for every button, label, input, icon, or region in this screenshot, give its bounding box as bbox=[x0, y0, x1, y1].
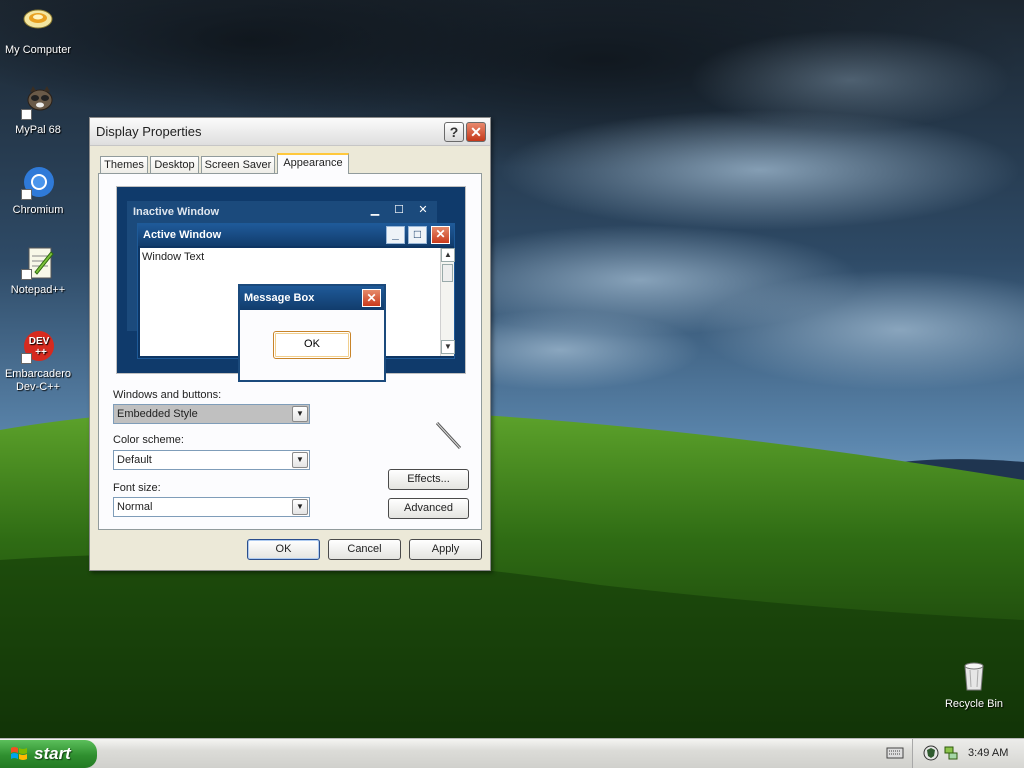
start-button[interactable]: start bbox=[0, 740, 97, 768]
maximize-icon: □ bbox=[408, 226, 427, 244]
font-size-value: Normal bbox=[117, 501, 153, 513]
preview-active-title: Active Window bbox=[143, 229, 222, 241]
minimize-icon: _ bbox=[386, 226, 405, 244]
effects-button[interactable]: Effects... bbox=[388, 469, 469, 490]
close-icon: ✕ bbox=[362, 289, 381, 307]
close-icon: ✕ bbox=[431, 226, 450, 244]
system-tray: 3:49 AM bbox=[912, 739, 1024, 768]
minimize-icon: ▁ bbox=[370, 204, 380, 216]
chevron-down-icon[interactable]: ▼ bbox=[292, 452, 308, 468]
windows-flag-icon bbox=[11, 747, 27, 760]
desktop-icon-mypal[interactable]: MyPal 68 bbox=[0, 86, 78, 137]
preview-window-text: Window Text bbox=[142, 251, 205, 263]
network-icon[interactable] bbox=[943, 745, 959, 761]
scroll-down-icon: ▼ bbox=[441, 340, 455, 354]
cancel-button[interactable]: Cancel bbox=[328, 539, 401, 560]
chevron-down-icon[interactable]: ▼ bbox=[292, 499, 308, 515]
clock[interactable]: 3:49 AM bbox=[968, 747, 1008, 759]
shortcut-arrow-icon bbox=[21, 189, 32, 200]
scroll-up-icon: ▲ bbox=[441, 248, 455, 262]
dialog-titlebar[interactable]: Display Properties ? ✕ bbox=[90, 118, 490, 146]
shortcut-arrow-icon bbox=[21, 269, 32, 280]
color-scheme-label: Color scheme: bbox=[113, 434, 184, 446]
shortcut-arrow-icon bbox=[21, 353, 32, 364]
desktop-icon-notepad-plus-plus[interactable]: Notepad++ bbox=[0, 246, 78, 297]
desktop-icon-chromium[interactable]: Chromium bbox=[0, 166, 78, 217]
recycle-bin-icon bbox=[957, 660, 991, 694]
preview-message-title: Message Box bbox=[244, 292, 315, 304]
svg-text:++: ++ bbox=[35, 347, 47, 358]
desktop-icon-label: Embarcadero Dev-C++ bbox=[4, 368, 72, 393]
desktop-icon-my-computer[interactable]: My Computer bbox=[0, 6, 78, 57]
appearance-preview: Inactive Window ▁ ☐ ✕ Active Window _ □ … bbox=[116, 186, 466, 382]
preview-active-titlebar: Active Window _ □ ✕ bbox=[138, 224, 454, 246]
tab-themes[interactable]: Themes bbox=[100, 156, 148, 174]
appearance-tab-panel: Inactive Window ▁ ☐ ✕ Active Window _ □ … bbox=[98, 173, 482, 530]
dialog-title: Display Properties bbox=[96, 124, 202, 139]
help-button[interactable]: ? bbox=[444, 122, 464, 142]
desktop-icon-label: Chromium bbox=[12, 204, 64, 216]
keyboard-icon[interactable] bbox=[886, 745, 904, 761]
preview-active-window: Active Window _ □ ✕ Window Text ▲ ▼ Mess… bbox=[137, 223, 455, 382]
close-button[interactable]: ✕ bbox=[466, 122, 486, 142]
mypal-browser-icon bbox=[21, 86, 55, 120]
windows-buttons-label: Windows and buttons: bbox=[113, 389, 222, 401]
notepad-plus-plus-icon bbox=[21, 246, 55, 280]
preview-scrollbar: ▲ ▼ bbox=[440, 248, 455, 356]
preview-inactive-title: Inactive Window bbox=[133, 206, 220, 218]
tab-screen-saver[interactable]: Screen Saver bbox=[201, 156, 275, 174]
windows-buttons-value: Embedded Style bbox=[117, 408, 198, 420]
display-properties-dialog: Display Properties ? ✕ Themes Desktop Sc… bbox=[89, 117, 491, 571]
eyedropper-icon bbox=[435, 421, 462, 450]
advanced-button[interactable]: Advanced bbox=[388, 498, 469, 519]
scroll-thumb bbox=[442, 264, 453, 282]
desktop-icon-label: Recycle Bin bbox=[944, 698, 1004, 710]
color-scheme-select[interactable]: Default ▼ bbox=[113, 450, 310, 470]
preview-message-titlebar: Message Box ✕ bbox=[240, 286, 384, 310]
desktop-icon-recycle-bin[interactable]: Recycle Bin bbox=[934, 660, 1014, 711]
taskbar: start 3:49 AM bbox=[0, 738, 1024, 768]
security-shield-icon[interactable] bbox=[923, 745, 939, 761]
font-size-label: Font size: bbox=[113, 482, 161, 494]
preview-ok-button: OK bbox=[273, 331, 351, 359]
start-label: start bbox=[34, 744, 71, 763]
dev-cpp-icon: DEV ++ bbox=[21, 330, 55, 364]
maximize-icon: ☐ bbox=[394, 204, 404, 216]
my-computer-icon bbox=[21, 6, 55, 40]
preview-message-box: Message Box ✕ OK bbox=[238, 284, 386, 382]
desktop-icon-label: MyPal 68 bbox=[15, 124, 61, 136]
desktop-icon-label: My Computer bbox=[4, 44, 72, 56]
close-icon: ✕ bbox=[418, 204, 428, 216]
chromium-icon bbox=[21, 166, 55, 200]
tab-desktop[interactable]: Desktop bbox=[150, 156, 199, 174]
tab-appearance[interactable]: Appearance bbox=[277, 153, 349, 174]
svg-text:DEV: DEV bbox=[29, 336, 50, 347]
apply-button[interactable]: Apply bbox=[409, 539, 482, 560]
preview-inactive-titlebar: Inactive Window ▁ ☐ ✕ bbox=[127, 201, 437, 221]
ok-button[interactable]: OK bbox=[247, 539, 320, 560]
chevron-down-icon[interactable]: ▼ bbox=[292, 406, 308, 422]
color-scheme-value: Default bbox=[117, 454, 152, 466]
desktop-icon-dev-cpp[interactable]: DEV ++ Embarcadero Dev-C++ bbox=[0, 330, 78, 394]
shortcut-arrow-icon bbox=[21, 109, 32, 120]
font-size-select[interactable]: Normal ▼ bbox=[113, 497, 310, 517]
windows-buttons-select[interactable]: Embedded Style ▼ bbox=[113, 404, 310, 424]
desktop-icon-label: Notepad++ bbox=[10, 284, 66, 296]
